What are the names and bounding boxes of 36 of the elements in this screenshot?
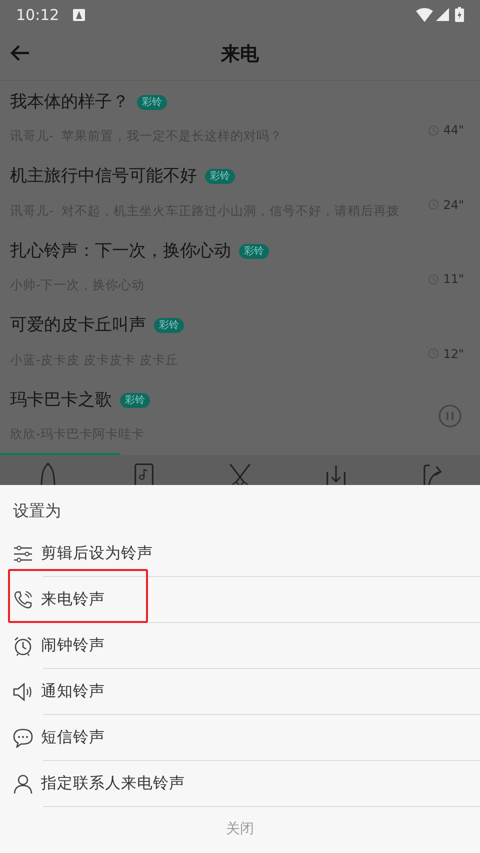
menu-item[interactable]: 剪辑后设为铃声 <box>0 530 480 577</box>
phone-icon <box>13 590 33 610</box>
speaker-icon <box>13 682 33 702</box>
ringtone-title: 玛卡巴卡之歌 <box>10 388 112 412</box>
sheet-title: 设置为 <box>13 500 61 520</box>
duration: 12" <box>443 346 464 363</box>
sliders-icon <box>13 544 33 564</box>
pause-icon[interactable] <box>438 404 462 428</box>
wifi-icon <box>416 8 433 22</box>
person-icon <box>13 774 33 794</box>
signal-icon <box>436 8 449 22</box>
ringtone-tag: 彩铃 <box>154 318 184 334</box>
battery-icon <box>455 7 464 22</box>
menu-item[interactable]: 短信铃声 <box>0 714 480 761</box>
ringtone-tag: 彩铃 <box>205 169 235 184</box>
ringtone-title: 我本体的样子？ <box>10 90 129 114</box>
status-time: 10:12 <box>16 4 60 26</box>
menu-item[interactable]: 闹钟铃声 <box>0 622 480 669</box>
ringtone-tag: 彩铃 <box>239 244 269 259</box>
duration: 44" <box>443 122 464 140</box>
page-title: 来电 <box>221 42 259 68</box>
duration: 11" <box>443 271 464 288</box>
ringtone-tag: 彩铃 <box>120 393 150 408</box>
notification-icon <box>73 8 86 21</box>
menu-item[interactable]: 通知铃声 <box>0 668 480 715</box>
back-arrow-icon[interactable] <box>10 44 30 62</box>
ringtone-title: 可爱的皮卡丘叫声 <box>10 314 146 338</box>
alarm-clock-icon <box>13 636 33 656</box>
scissors-icon[interactable] <box>227 462 253 485</box>
chat-bubble-icon <box>13 728 33 748</box>
ringtone-title: 扎心铃声：下一次，换你心动 <box>10 240 231 263</box>
ringtone-title: 机主旅行中信号可能不好 <box>10 165 197 188</box>
ringtone-tag: 彩铃 <box>137 94 167 110</box>
duration: 24" <box>443 196 464 214</box>
menu-item[interactable]: 来电铃声 <box>0 576 480 623</box>
menu-item[interactable]: 指定联系人来电铃声 <box>0 760 480 807</box>
